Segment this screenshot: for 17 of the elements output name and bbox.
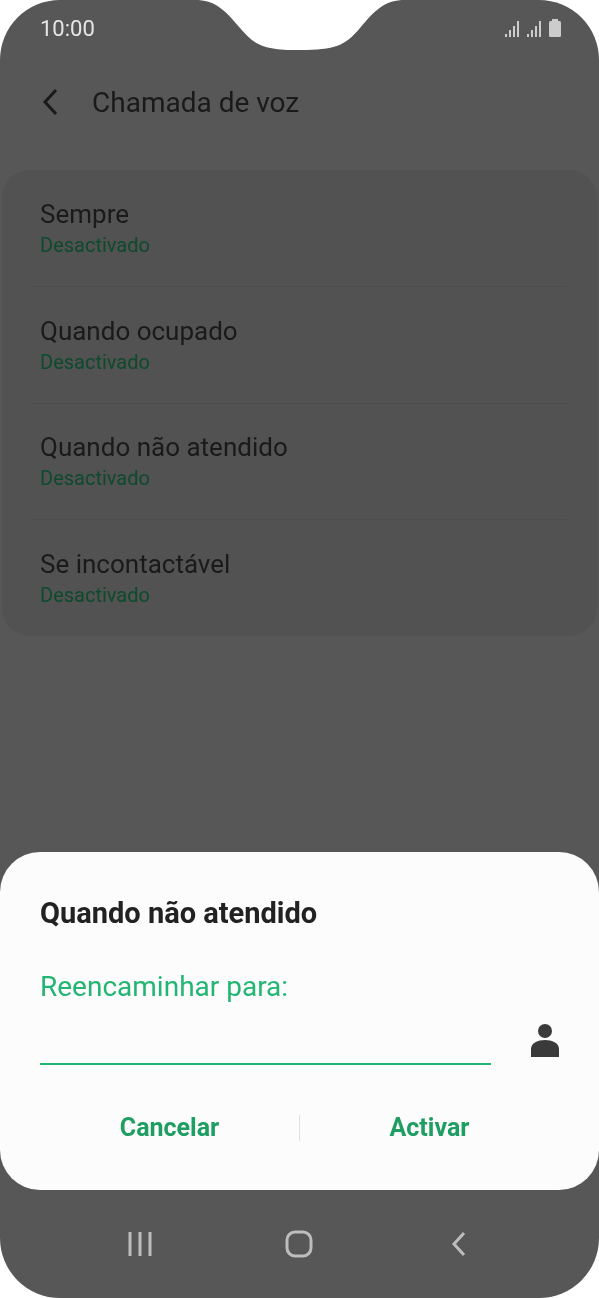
field-label: Reencaminhar para: xyxy=(40,970,290,1003)
dialog-button[interactable]: Cancelar xyxy=(40,1105,299,1150)
battery-icon xyxy=(549,19,561,37)
option-status: Desactivado xyxy=(40,349,151,374)
home-icon[interactable] xyxy=(284,1229,315,1259)
option-status: Desactivado xyxy=(40,583,151,608)
screen-title: Chamada de voz xyxy=(92,85,300,119)
option-title[interactable]: Sempre xyxy=(40,198,559,229)
option-title[interactable]: Quando não atendido xyxy=(40,432,559,463)
option-status: Desactivado xyxy=(40,466,151,491)
option-title[interactable]: Quando ocupado xyxy=(40,315,559,346)
status-time: 10:00 xyxy=(40,15,95,41)
contact-icon[interactable] xyxy=(531,1023,559,1057)
dialog-button[interactable]: Activar xyxy=(300,1105,559,1150)
option-status: Desactivado xyxy=(40,232,151,257)
dialog-title: Quando não atendido xyxy=(40,896,319,930)
option-title[interactable]: Se incontactável xyxy=(40,549,559,580)
